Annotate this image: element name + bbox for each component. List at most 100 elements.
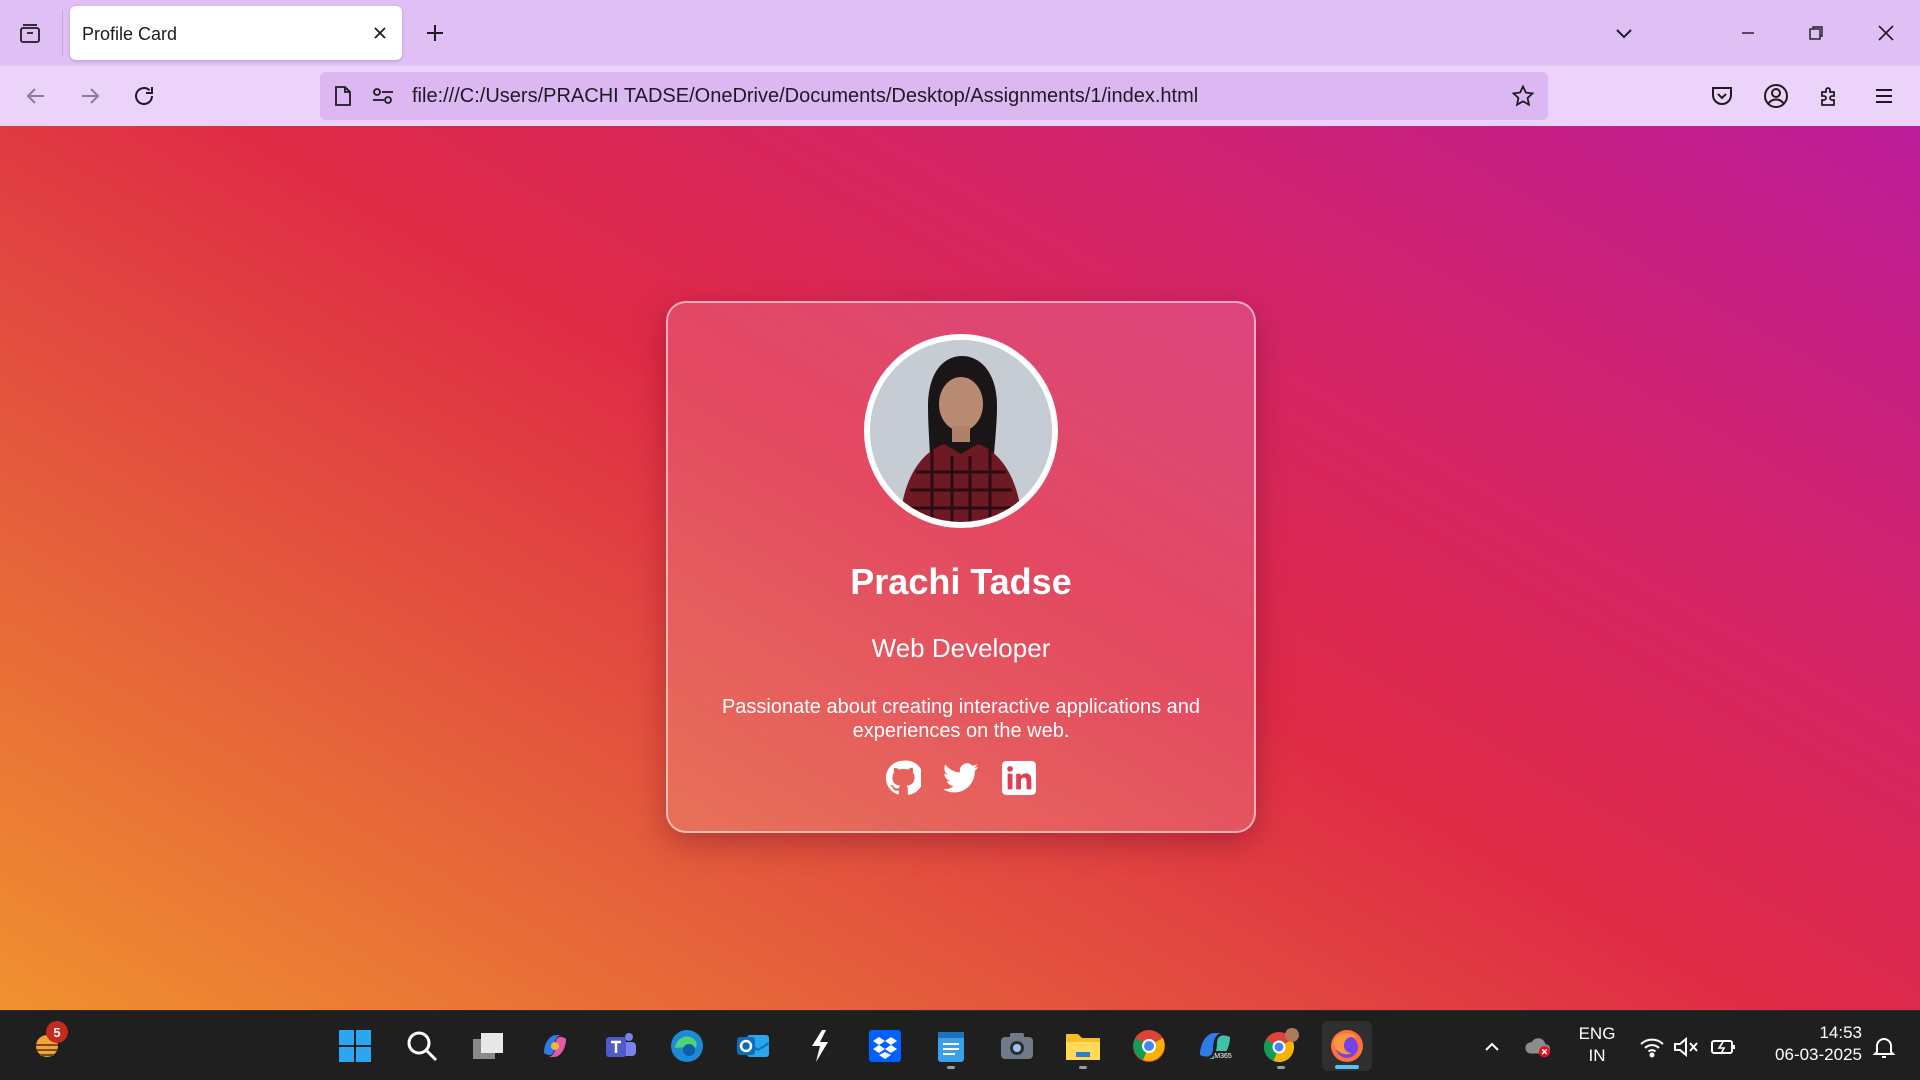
notification-bell-icon xyxy=(1872,1038,1896,1058)
pocket-button[interactable] xyxy=(1702,76,1742,116)
battery-status[interactable] xyxy=(1710,1033,1738,1061)
language-indicator[interactable]: ENG IN xyxy=(1574,1023,1620,1067)
new-tab-button[interactable] xyxy=(418,16,452,50)
notepad-app[interactable] xyxy=(926,1021,976,1071)
twitter-link[interactable] xyxy=(942,759,980,797)
teams-app[interactable] xyxy=(596,1021,646,1071)
microsoft-365-app[interactable]: M365 xyxy=(1190,1021,1240,1071)
edge-icon xyxy=(671,1030,703,1062)
profile-name: Prachi Tadse xyxy=(850,561,1072,602)
firefox-app[interactable] xyxy=(1322,1021,1372,1071)
camera-icon xyxy=(1001,1033,1033,1059)
dropbox-icon xyxy=(869,1030,901,1062)
clock[interactable]: 14:53 06-03-2025 xyxy=(1752,1022,1862,1066)
twitter-icon xyxy=(943,763,979,793)
hamburger-icon xyxy=(1876,89,1892,103)
language-code: ENG xyxy=(1578,1024,1616,1043)
taskbar: 5 M365 ENG IN 14:53 06-03-2025 xyxy=(0,1010,1920,1080)
notification-badge: 5 xyxy=(46,1021,68,1043)
page-icon xyxy=(330,83,356,109)
page-background: Prachi Tadse Web Developer Passionate ab… xyxy=(0,126,1920,1010)
arrow-left-icon xyxy=(26,88,44,104)
extensions-button[interactable] xyxy=(1810,76,1850,116)
list-all-tabs-button[interactable] xyxy=(1604,14,1644,52)
tab-divider xyxy=(62,10,63,56)
account-button[interactable] xyxy=(1756,76,1796,116)
profile-role: Web Developer xyxy=(871,633,1051,663)
chrome-profile-icon xyxy=(1263,1028,1299,1063)
task-view-button[interactable] xyxy=(463,1021,513,1071)
windows-icon xyxy=(339,1030,371,1062)
bookmark-star-icon[interactable] xyxy=(1510,83,1536,109)
battery-charging-icon xyxy=(1711,1040,1735,1055)
notepad-icon xyxy=(938,1032,964,1062)
outlook-icon xyxy=(737,1035,770,1057)
profile-bio: Passionate about creating interactive ap… xyxy=(721,696,1201,742)
reload-button[interactable] xyxy=(124,76,164,116)
tab-overview-icon xyxy=(20,24,40,43)
bolt-app-icon xyxy=(812,1030,828,1062)
file-explorer-app[interactable] xyxy=(1058,1021,1108,1071)
start-button[interactable] xyxy=(330,1021,380,1071)
profile-card: Prachi Tadse Web Developer Passionate ab… xyxy=(666,301,1256,833)
dropbox-app[interactable] xyxy=(860,1021,910,1071)
minimize-button[interactable] xyxy=(1728,14,1768,52)
running-indicator xyxy=(947,1066,955,1069)
permissions-icon[interactable] xyxy=(370,83,396,109)
back-button[interactable] xyxy=(16,76,56,116)
forward-button[interactable] xyxy=(70,76,110,116)
minimize-icon xyxy=(1742,32,1754,34)
folder-icon xyxy=(1066,1034,1100,1060)
search-icon xyxy=(407,1031,438,1062)
close-icon xyxy=(1878,25,1894,41)
show-hidden-icons-button[interactable] xyxy=(1478,1033,1506,1061)
close-icon xyxy=(374,27,386,39)
reload-icon xyxy=(135,87,153,105)
search-button[interactable] xyxy=(397,1021,447,1071)
github-link[interactable] xyxy=(884,759,922,797)
chrome-profile-app[interactable] xyxy=(1256,1021,1306,1071)
active-indicator xyxy=(1335,1065,1359,1069)
chevron-up-icon xyxy=(1485,1042,1499,1051)
account-icon xyxy=(1764,84,1788,108)
speaker-muted-icon xyxy=(1674,1036,1698,1058)
firefox-icon xyxy=(1331,1030,1363,1062)
weather-widget[interactable]: 5 xyxy=(22,1021,72,1071)
tab-strip: Profile Card xyxy=(0,0,1920,66)
notifications-button[interactable] xyxy=(1870,1033,1898,1061)
restore-button[interactable] xyxy=(1796,14,1836,52)
chrome-app[interactable] xyxy=(1124,1021,1174,1071)
copilot-app[interactable] xyxy=(530,1021,580,1071)
navigation-bar: file:///C:/Users/PRACHI TADSE/OneDrive/D… xyxy=(0,66,1920,126)
social-links xyxy=(668,759,1254,797)
address-bar[interactable]: file:///C:/Users/PRACHI TADSE/OneDrive/D… xyxy=(320,72,1548,120)
menu-button[interactable] xyxy=(1864,76,1904,116)
volume-status[interactable] xyxy=(1672,1033,1700,1061)
plus-icon xyxy=(427,25,443,41)
copilot-icon xyxy=(544,1035,566,1057)
outlook-app[interactable] xyxy=(728,1021,778,1071)
wifi-status[interactable] xyxy=(1638,1033,1666,1061)
edge-app[interactable] xyxy=(662,1021,712,1071)
tab-overview-button[interactable] xyxy=(12,16,48,52)
linkedin-link[interactable] xyxy=(1000,759,1038,797)
camera-app[interactable] xyxy=(992,1021,1042,1071)
app-s[interactable] xyxy=(794,1021,844,1071)
tab-title: Profile Card xyxy=(82,24,178,44)
teams-icon xyxy=(606,1033,636,1057)
pocket-icon xyxy=(1712,87,1732,105)
task-view-icon xyxy=(473,1033,503,1059)
tab-profile-card[interactable]: Profile Card xyxy=(70,6,402,60)
wifi-icon xyxy=(1640,1038,1664,1058)
close-window-button[interactable] xyxy=(1866,14,1906,52)
chevron-down-icon xyxy=(1616,29,1632,39)
tab-close-button[interactable] xyxy=(368,21,392,45)
chrome-icon xyxy=(1133,1030,1165,1062)
running-indicator xyxy=(1079,1066,1087,1069)
restore-icon xyxy=(1809,26,1823,40)
onedrive-status[interactable] xyxy=(1524,1033,1552,1061)
url-text[interactable]: file:///C:/Users/PRACHI TADSE/OneDrive/D… xyxy=(412,85,1198,108)
svg-text:M365: M365 xyxy=(1214,1053,1232,1060)
cloud-error-icon xyxy=(1525,1038,1551,1058)
clock-time: 14:53 xyxy=(1819,1023,1862,1042)
